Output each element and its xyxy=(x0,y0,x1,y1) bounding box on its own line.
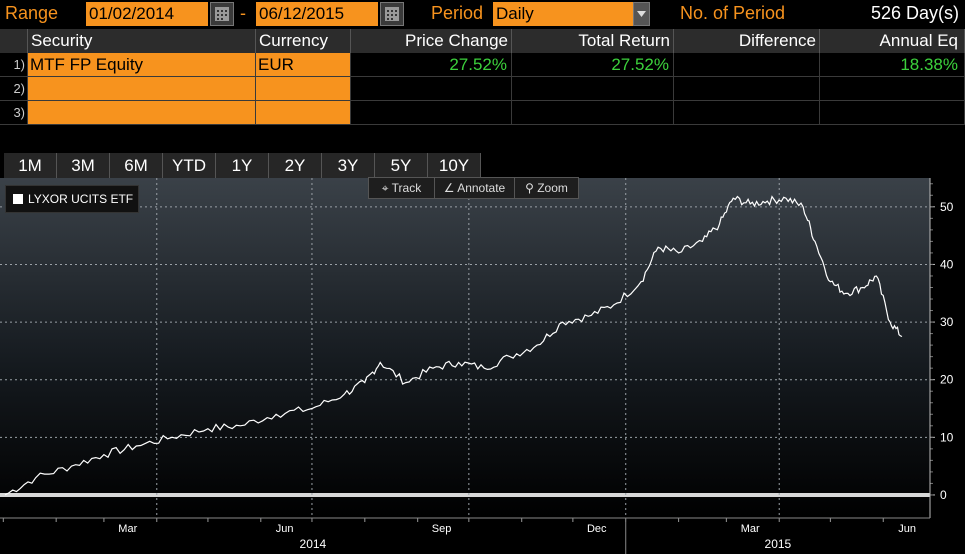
end-date-input[interactable]: 06/12/2015 xyxy=(256,2,378,26)
legend-swatch xyxy=(13,194,23,204)
end-calendar-button[interactable] xyxy=(380,2,404,26)
crosshair-icon: ⌖ xyxy=(381,181,392,195)
securities-table: Security Currency Price Change Total Ret… xyxy=(0,29,965,129)
year-label: 2014 xyxy=(300,537,327,551)
total-return-value xyxy=(512,77,674,101)
plot-area xyxy=(0,178,930,518)
price-change-value: 27.52% xyxy=(351,53,512,77)
total-return-value: 27.52% xyxy=(512,53,674,77)
currency-input[interactable]: EUR xyxy=(256,53,351,77)
security-input[interactable]: MTF FP Equity xyxy=(28,53,256,77)
tab-ytd[interactable]: YTD xyxy=(163,153,216,179)
difference-value xyxy=(674,77,820,101)
chevron-down-icon xyxy=(637,11,646,17)
tab-6m[interactable]: 6M xyxy=(110,153,163,179)
x-tick-label: Sep xyxy=(432,523,452,535)
calendar-icon xyxy=(215,7,229,21)
y-axis: 0 10 20 30 40 50 xyxy=(929,178,954,518)
header-blank xyxy=(0,29,28,53)
currency-input[interactable] xyxy=(256,101,351,125)
magnifier-icon: ⚲ xyxy=(525,181,538,195)
x-tick-label: Mar xyxy=(741,523,760,535)
annotate-button[interactable]: ∠ Annotate xyxy=(435,178,515,198)
header-currency: Currency xyxy=(256,29,351,53)
security-input[interactable] xyxy=(28,101,256,125)
track-button[interactable]: ⌖ Track xyxy=(369,178,435,198)
y-tick-label: 0 xyxy=(940,488,947,502)
chart-legend[interactable]: LYXOR UCITS ETF xyxy=(5,185,139,213)
legend-label: LYXOR UCITS ETF xyxy=(28,192,134,206)
tab-10y[interactable]: 10Y xyxy=(428,153,481,179)
row-number: 2) xyxy=(0,77,28,101)
range-label: Range xyxy=(5,3,59,23)
date-separator: - xyxy=(240,3,246,23)
header-security: Security xyxy=(28,29,256,53)
period-dropdown-button[interactable] xyxy=(633,2,650,26)
tab-1y[interactable]: 1Y xyxy=(216,153,269,179)
num-period-value: 526 Day(s) xyxy=(870,3,959,23)
start-calendar-button[interactable] xyxy=(210,2,234,26)
zoom-button[interactable]: ⚲ Zoom xyxy=(515,178,578,198)
header-difference: Difference xyxy=(674,29,820,53)
tab-1m[interactable]: 1M xyxy=(4,153,57,179)
price-chart[interactable]: 0 10 20 30 40 50 Mar Jun Sep Dec Mar Jun 2014 2015 xyxy=(0,178,965,554)
tab-3y[interactable]: 3Y xyxy=(322,153,375,179)
year-label: 2015 xyxy=(765,537,792,551)
price-change-value xyxy=(351,77,512,101)
calendar-icon xyxy=(385,7,399,21)
annual-eq-value xyxy=(820,101,965,125)
x-tick-label: Jun xyxy=(276,523,294,535)
y-tick-label: 10 xyxy=(940,430,954,444)
x-axis: Mar Jun Sep Dec Mar Jun 2014 2015 xyxy=(0,517,930,554)
y-tick-label: 50 xyxy=(940,200,954,214)
header-total-return: Total Return xyxy=(512,29,674,53)
row-number: 1) xyxy=(0,53,28,77)
total-return-value xyxy=(512,101,674,125)
y-tick-label: 40 xyxy=(940,257,954,271)
chart-toolbar: ⌖ Track ∠ Annotate ⚲ Zoom xyxy=(368,177,579,199)
currency-input[interactable] xyxy=(256,77,351,101)
period-label: Period xyxy=(431,3,484,23)
header-price-change: Price Change xyxy=(351,29,512,53)
y-tick-label: 30 xyxy=(940,315,954,329)
tab-2y[interactable]: 2Y xyxy=(269,153,322,179)
annual-eq-value xyxy=(820,77,965,101)
y-tick-label: 20 xyxy=(940,373,954,387)
period-tabs: 1M 3M 6M YTD 1Y 2Y 3Y 5Y 10Y xyxy=(4,153,481,179)
header-annual-eq: Annual Eq xyxy=(820,29,965,53)
difference-value xyxy=(674,101,820,125)
tab-5y[interactable]: 5Y xyxy=(375,153,428,179)
pencil-icon: ∠ xyxy=(443,181,458,195)
row-number: 3) xyxy=(0,101,28,125)
x-tick-label: Dec xyxy=(587,523,607,535)
period-select[interactable]: Daily xyxy=(493,2,633,26)
x-tick-label: Mar xyxy=(118,523,137,535)
annual-eq-value: 18.38% xyxy=(820,53,965,77)
x-tick-label: Jun xyxy=(898,523,916,535)
tab-3m[interactable]: 3M xyxy=(57,153,110,179)
difference-value xyxy=(674,53,820,77)
security-input[interactable] xyxy=(28,77,256,101)
price-change-value xyxy=(351,101,512,125)
start-date-input[interactable]: 01/02/2014 xyxy=(86,2,208,26)
num-period-label: No. of Period xyxy=(680,3,786,23)
